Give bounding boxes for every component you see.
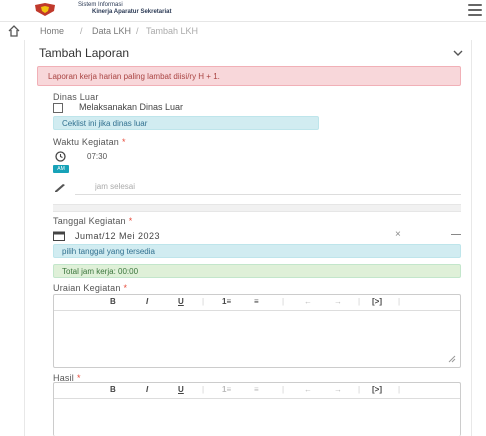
form-card: Tambah Laporan Laporan kerja harian pali… [24, 40, 472, 436]
toolbar-separator: | [202, 385, 205, 394]
section-divider [53, 204, 461, 212]
breadcrumb-data-lkh[interactable]: Data LKH [92, 26, 131, 36]
clock-icon [55, 151, 66, 162]
bold-button[interactable]: B [110, 297, 116, 306]
toolbar-separator: | [282, 297, 285, 306]
hasil-editor[interactable]: B I U | 1≡ ≡ | ← → | [>] | [53, 382, 461, 436]
tanggal-label-text: Tanggal Kegiatan [53, 216, 126, 226]
italic-button[interactable]: I [146, 297, 148, 306]
waktu-label: Waktu Kegiatan * [53, 137, 126, 147]
app-bar: Sistem Informasi Kinerja Aparatur Sekret… [0, 0, 486, 22]
dinas-luar-hint: Ceklist ini jika dinas luar [53, 116, 319, 130]
source-code-button[interactable]: [>] [372, 297, 382, 306]
pencil-icon [55, 184, 65, 192]
total-jam-alert: Total jam kerja: 00:00 [53, 264, 461, 278]
dinas-luar-checkbox-label[interactable]: Melaksanakan Dinas Luar [79, 102, 183, 112]
dinas-luar-label: Dinas Luar [53, 92, 99, 102]
toolbar-separator: | [398, 297, 401, 306]
waktu-value[interactable]: 07:30 [87, 152, 107, 161]
home-icon[interactable] [8, 25, 20, 37]
card-title: Tambah Laporan [39, 46, 130, 60]
tanggal-label: Tanggal Kegiatan * [53, 216, 132, 226]
deadline-alert: Laporan kerja harian paling lambat diisi… [37, 66, 461, 86]
italic-button[interactable]: I [146, 385, 148, 394]
underline-button[interactable]: U [178, 297, 184, 306]
redo-button[interactable]: → [334, 385, 342, 394]
waktu-label-text: Waktu Kegiatan [53, 137, 120, 147]
toolbar-separator: | [358, 385, 361, 394]
app-title-line2: Kinerja Aparatur Sekretariat [92, 9, 172, 15]
undo-button[interactable]: ← [304, 385, 312, 394]
menu-icon[interactable] [468, 4, 482, 16]
toolbar-separator: | [398, 385, 401, 394]
ordered-list-button[interactable]: 1≡ [222, 297, 231, 306]
breadcrumb: Home / Data LKH / Tambah LKH [0, 24, 486, 40]
dinas-luar-checkbox[interactable] [53, 103, 63, 113]
breadcrumb-separator: / [136, 26, 139, 36]
editor-toolbar: B I U | 1≡ ≡ | ← → | [>] | [54, 383, 460, 399]
editor-toolbar: B I U | 1≡ ≡ | ← → | [>] | [54, 295, 460, 311]
toolbar-separator: | [202, 297, 205, 306]
required-mark: * [122, 137, 126, 147]
app-title-line1: Sistem Informasi [78, 2, 123, 8]
jam-selesai-input[interactable] [75, 179, 461, 195]
clear-date-icon[interactable]: × [395, 229, 401, 240]
breadcrumb-current: Tambah LKH [146, 26, 199, 36]
app-title: Sistem Informasi Kinerja Aparatur Sekret… [78, 2, 171, 16]
uraian-editor[interactable]: B I U | 1≡ ≡ | ← → | [>] | [53, 294, 461, 368]
required-mark: * [128, 216, 133, 226]
chevron-down-icon[interactable] [453, 49, 463, 57]
undo-button[interactable]: ← [304, 297, 312, 306]
redo-button[interactable]: → [334, 297, 342, 306]
calendar-icon [53, 231, 65, 241]
toolbar-separator: | [282, 385, 285, 394]
bullet-list-button[interactable]: ≡ [254, 385, 259, 394]
uraian-label: Uraian Kegiatan * [53, 283, 127, 293]
uraian-label-text: Uraian Kegiatan [53, 283, 121, 293]
bold-button[interactable]: B [110, 385, 116, 394]
toolbar-separator: | [358, 297, 361, 306]
resize-grip-icon[interactable] [448, 355, 456, 363]
breadcrumb-home[interactable]: Home [40, 26, 64, 36]
bullet-list-button[interactable]: ≡ [254, 297, 259, 306]
ordered-list-button[interactable]: 1≡ [222, 385, 231, 394]
source-code-button[interactable]: [>] [372, 385, 382, 394]
logo-icon [35, 3, 55, 16]
breadcrumb-separator: / [80, 26, 83, 36]
dropdown-dash-icon[interactable] [451, 234, 461, 235]
required-mark: * [123, 283, 128, 293]
tanggal-hint: pilih tanggal yang tersedia [53, 244, 461, 258]
underline-button[interactable]: U [178, 385, 184, 394]
tanggal-value[interactable]: Jumat/12 Mei 2023 [75, 231, 160, 241]
am-badge[interactable]: AM [53, 165, 69, 173]
